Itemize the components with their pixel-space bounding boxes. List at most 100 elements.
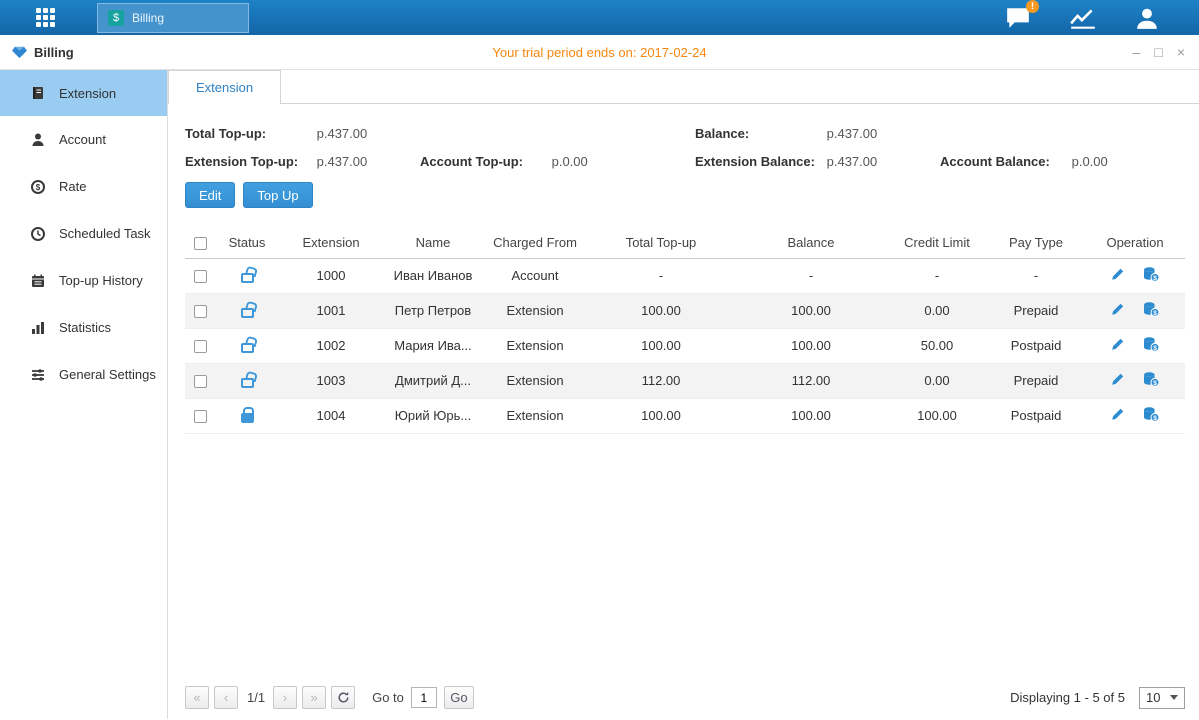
cell-charged-from: Extension (483, 398, 587, 433)
table-row: 1002 Мария Ива... Extension 100.00 100.0… (185, 328, 1185, 363)
cell-charged-from: Extension (483, 363, 587, 398)
row-checkbox[interactable] (194, 305, 207, 318)
cell-name: Петр Петров (383, 293, 483, 328)
cell-charged-from: Extension (483, 293, 587, 328)
goto-label: Go to (372, 690, 404, 705)
col-status: Status (215, 228, 279, 258)
cell-credit-limit: 0.00 (887, 363, 987, 398)
sidebar-item-extension[interactable]: Extension (0, 70, 167, 116)
clock-icon (30, 226, 46, 242)
edit-icon[interactable] (1110, 301, 1126, 317)
sidebar-item-label: Rate (59, 179, 86, 194)
extension-table: Status Extension Name Charged From Total… (185, 228, 1185, 434)
col-extension: Extension (279, 228, 383, 258)
person-icon (1135, 7, 1159, 29)
summary-extension-topup: Extension Top-up: p.437.00 (185, 154, 420, 169)
user-account-icon[interactable] (1135, 7, 1159, 29)
cell-name: Иван Иванов (383, 258, 483, 293)
prev-page-button[interactable]: ‹ (214, 686, 238, 709)
cell-credit-limit: 100.00 (887, 398, 987, 433)
topup-icon[interactable] (1142, 266, 1160, 282)
table-row: 1000 Иван Иванов Account - - - - (185, 258, 1185, 293)
next-page-button[interactable]: › (273, 686, 297, 709)
main-content: Extension Total Top-up: p.437.00 Balance… (168, 70, 1199, 719)
first-page-button[interactable]: « (185, 686, 209, 709)
cell-charged-from: Extension (483, 328, 587, 363)
cell-extension: 1003 (279, 363, 383, 398)
refresh-button[interactable] (331, 686, 355, 709)
row-checkbox[interactable] (194, 340, 207, 353)
status-lock-icon (241, 378, 254, 388)
topbar-tab-billing[interactable]: $ Billing (97, 3, 249, 33)
cell-total-topup: 112.00 (587, 363, 735, 398)
sidebar-item-label: General Settings (59, 367, 156, 382)
table-row: 1004 Юрий Юрь... Extension 100.00 100.00… (185, 398, 1185, 433)
edit-icon[interactable] (1110, 406, 1126, 422)
app-menu-icon[interactable] (36, 8, 55, 27)
sidebar-item-scheduled-task[interactable]: Scheduled Task (0, 210, 167, 257)
summary-extension-balance: Extension Balance: p.437.00 (695, 154, 940, 169)
table-row: 1001 Петр Петров Extension 100.00 100.00… (185, 293, 1185, 328)
select-all-checkbox[interactable] (194, 237, 207, 250)
sidebar-item-label: Top-up History (59, 273, 143, 288)
summary-account-balance: Account Balance: p.0.00 (940, 154, 1185, 169)
topbar-tab-label: Billing (132, 11, 164, 25)
maximize-icon[interactable]: □ (1154, 45, 1162, 59)
notifications-icon[interactable]: ! (1005, 6, 1031, 30)
status-lock-icon (241, 413, 254, 423)
edit-button[interactable]: Edit (185, 182, 235, 208)
sliders-icon (30, 367, 46, 383)
content-tab-bar: Extension (168, 70, 1199, 104)
cell-pay-type: Prepaid (987, 293, 1085, 328)
tab-extension[interactable]: Extension (168, 70, 281, 104)
calendar-icon (30, 273, 46, 289)
window-title-area: Billing (12, 45, 74, 60)
cell-extension: 1000 (279, 258, 383, 293)
status-lock-icon (241, 308, 254, 318)
row-checkbox[interactable] (194, 375, 207, 388)
col-name: Name (383, 228, 483, 258)
goto-page-input[interactable] (411, 687, 437, 708)
close-icon[interactable]: × (1177, 45, 1185, 59)
sidebar-item-statistics[interactable]: Statistics (0, 304, 167, 351)
displaying-text: Displaying 1 - 5 of 5 (1010, 690, 1125, 705)
topup-icon[interactable] (1142, 406, 1160, 422)
summary-account-topup: Account Top-up: p.0.00 (420, 154, 695, 169)
col-operation: Operation (1085, 228, 1185, 258)
edit-icon[interactable] (1110, 371, 1126, 387)
sidebar-item-account[interactable]: Account (0, 116, 167, 163)
cell-balance: 112.00 (735, 363, 887, 398)
coin-icon: $ (30, 179, 46, 195)
topup-icon[interactable] (1142, 336, 1160, 352)
minimize-icon[interactable]: – (1133, 45, 1141, 59)
row-checkbox[interactable] (194, 410, 207, 423)
edit-icon[interactable] (1110, 336, 1126, 352)
cell-pay-type: Prepaid (987, 363, 1085, 398)
billing-dollar-icon: $ (108, 10, 124, 26)
top-up-button[interactable]: Top Up (243, 182, 312, 208)
cell-balance: 100.00 (735, 398, 887, 433)
topup-icon[interactable] (1142, 371, 1160, 387)
cell-pay-type: Postpaid (987, 328, 1085, 363)
chevron-down-icon (1170, 695, 1178, 700)
cell-total-topup: 100.00 (587, 328, 735, 363)
topup-icon[interactable] (1142, 301, 1160, 317)
sidebar-item-rate[interactable]: $ Rate (0, 163, 167, 210)
reports-icon[interactable] (1069, 7, 1097, 29)
cell-credit-limit: 0.00 (887, 293, 987, 328)
pagination-bar: « ‹ 1/1 › » Go to Go Displaying 1 - 5 of… (185, 686, 1185, 709)
page-size-select[interactable]: 10 (1139, 687, 1185, 709)
go-button[interactable]: Go (444, 686, 474, 709)
edit-icon[interactable] (1110, 266, 1126, 282)
sidebar-item-label: Extension (59, 86, 116, 101)
col-pay-type: Pay Type (987, 228, 1085, 258)
row-checkbox[interactable] (194, 270, 207, 283)
cell-extension: 1001 (279, 293, 383, 328)
sidebar-item-label: Account (59, 132, 106, 147)
col-balance: Balance (735, 228, 887, 258)
cell-balance: 100.00 (735, 293, 887, 328)
sidebar-item-topup-history[interactable]: Top-up History (0, 257, 167, 304)
last-page-button[interactable]: » (302, 686, 326, 709)
sidebar-item-general-settings[interactable]: General Settings (0, 351, 167, 398)
billing-summary: Total Top-up: p.437.00 Balance: p.437.00… (185, 126, 1185, 169)
